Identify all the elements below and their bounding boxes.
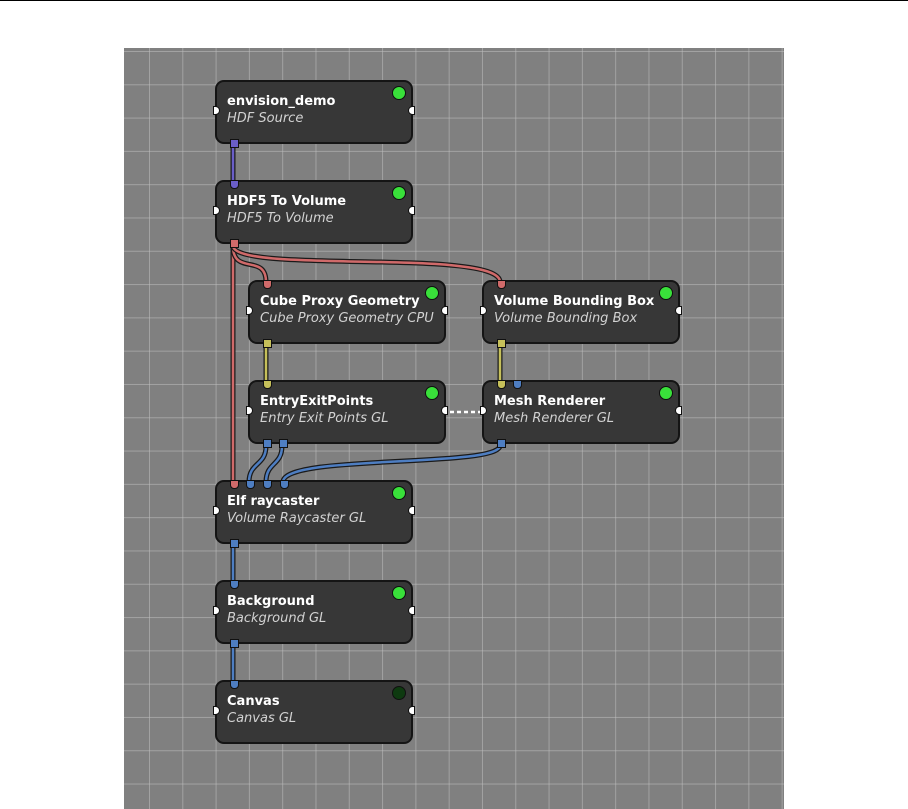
inport-entry[interactable] xyxy=(246,480,255,489)
processor-title: Volume Bounding Box xyxy=(494,294,655,309)
processor-title: EntryExitPoints xyxy=(260,394,374,409)
link-port-out[interactable] xyxy=(408,706,415,715)
top-rule xyxy=(0,0,908,1)
connection-mesh-render-raycaster-outline xyxy=(280,444,503,483)
processor-type: Volume Bounding Box xyxy=(494,311,638,326)
link-port-out[interactable] xyxy=(408,506,415,515)
inport-image[interactable] xyxy=(230,580,239,589)
link-port-out[interactable] xyxy=(408,606,415,615)
processor-node-canvas[interactable]: Canvas Canvas GL xyxy=(213,680,415,744)
processor-node-envision-demo[interactable]: envision_demo HDF Source xyxy=(213,80,415,148)
processor-title: Canvas xyxy=(227,694,280,709)
processor-type: Background GL xyxy=(227,611,327,626)
link-port-in[interactable] xyxy=(213,606,220,615)
outport-volume[interactable] xyxy=(230,239,239,248)
link-port-in[interactable] xyxy=(213,706,220,715)
link-port-out[interactable] xyxy=(675,406,682,415)
inport-image[interactable] xyxy=(513,380,522,389)
inport-volume[interactable] xyxy=(263,280,272,289)
link-port-in[interactable] xyxy=(480,406,487,415)
status-indicator-icon xyxy=(392,486,406,500)
connection-volume-bbox-outline xyxy=(230,244,503,283)
inport-background[interactable] xyxy=(280,480,289,489)
processor-node-volume-raycaster[interactable]: Elf raycaster Volume Raycaster GL xyxy=(213,480,415,548)
link-port-in[interactable] xyxy=(246,306,253,315)
processor-type: Mesh Renderer GL xyxy=(494,411,615,426)
processor-node-hdf5-to-volume[interactable]: HDF5 To Volume HDF5 To Volume xyxy=(213,180,415,248)
outport-exit[interactable] xyxy=(279,439,288,448)
inport-mesh[interactable] xyxy=(497,380,506,389)
outport-entry[interactable] xyxy=(263,439,272,448)
status-indicator-icon xyxy=(392,686,406,700)
processor-title: Elf raycaster xyxy=(227,494,320,509)
status-indicator-icon xyxy=(392,186,406,200)
processor-title: Cube Proxy Geometry xyxy=(260,294,420,309)
link-port-in[interactable] xyxy=(246,406,253,415)
link-port-out[interactable] xyxy=(408,106,415,115)
inport-volume[interactable] xyxy=(230,480,239,489)
link-port-out[interactable] xyxy=(441,406,448,415)
link-port-out[interactable] xyxy=(441,306,448,315)
processor-node-entry-exit-points[interactable]: EntryExitPoints Entry Exit Points GL xyxy=(246,380,448,448)
outport-hdf-source[interactable] xyxy=(230,139,239,148)
status-indicator-icon xyxy=(392,86,406,100)
link-port-out[interactable] xyxy=(408,206,415,215)
processor-type: Cube Proxy Geometry CPU xyxy=(260,311,434,326)
processor-type: HDF5 To Volume xyxy=(227,211,334,226)
outport-mesh[interactable] xyxy=(263,339,272,348)
inport-hdf[interactable] xyxy=(230,180,239,189)
inport-exit[interactable] xyxy=(263,480,272,489)
inport-volume[interactable] xyxy=(497,280,506,289)
network-editor-canvas[interactable]: envision_demo HDF Source HDF5 To Volume … xyxy=(124,48,784,809)
processor-node-background[interactable]: Background Background GL xyxy=(213,580,415,648)
status-indicator-icon xyxy=(659,386,673,400)
link-port-in[interactable] xyxy=(213,206,220,215)
processor-type: Canvas GL xyxy=(227,711,297,726)
processor-type: Volume Raycaster GL xyxy=(227,511,367,526)
processor-title: envision_demo xyxy=(227,94,336,109)
outport-image[interactable] xyxy=(230,539,239,548)
inport-image[interactable] xyxy=(230,680,239,689)
outport-image[interactable] xyxy=(497,439,506,448)
processor-type: Entry Exit Points GL xyxy=(260,411,389,426)
link-port-in[interactable] xyxy=(213,106,220,115)
link-port-in[interactable] xyxy=(213,506,220,515)
processor-title: Mesh Renderer xyxy=(494,394,606,409)
inport-mesh[interactable] xyxy=(263,380,272,389)
processor-node-cube-proxy-geometry[interactable]: Cube Proxy Geometry Cube Proxy Geometry … xyxy=(246,280,448,348)
outport-mesh[interactable] xyxy=(497,339,506,348)
link-port-in[interactable] xyxy=(480,306,487,315)
status-indicator-icon xyxy=(392,586,406,600)
processor-title: HDF5 To Volume xyxy=(227,194,347,209)
processor-node-volume-bounding-box[interactable]: Volume Bounding Box Volume Bounding Box xyxy=(480,280,682,348)
status-indicator-icon xyxy=(425,386,439,400)
processor-node-mesh-renderer[interactable]: Mesh Renderer Mesh Renderer GL xyxy=(480,380,682,448)
status-indicator-icon xyxy=(659,286,673,300)
status-indicator-icon xyxy=(425,286,439,300)
link-port-out[interactable] xyxy=(675,306,682,315)
processor-type: HDF Source xyxy=(227,111,304,126)
outport-image[interactable] xyxy=(230,639,239,648)
processor-title: Background xyxy=(227,594,315,609)
